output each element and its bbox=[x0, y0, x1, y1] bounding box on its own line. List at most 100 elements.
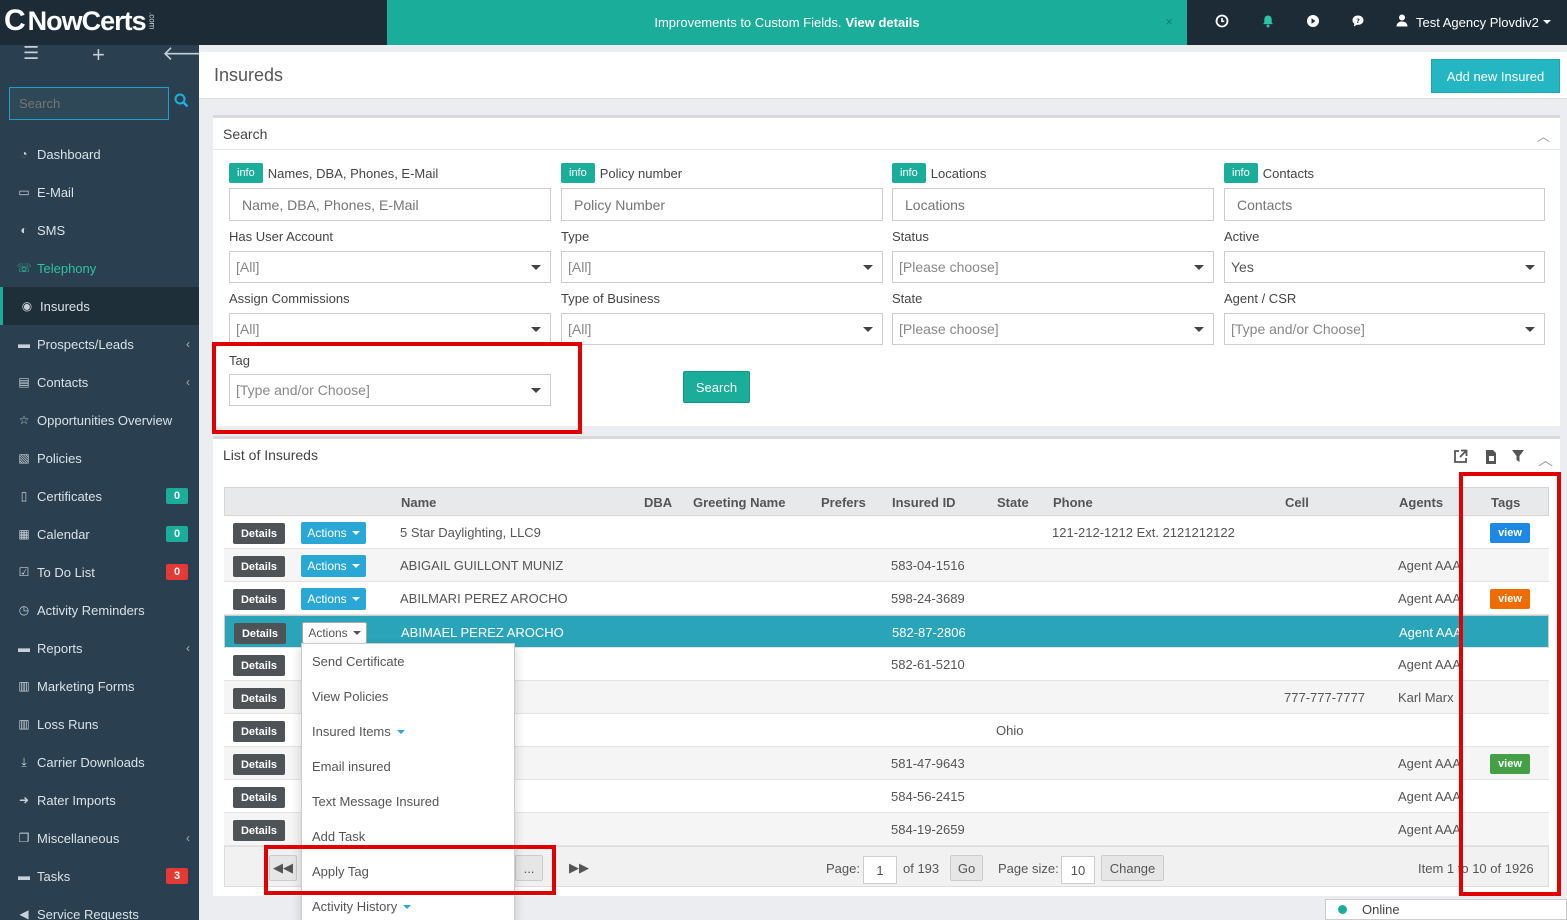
online-status[interactable]: Online bbox=[1325, 899, 1567, 920]
names-input[interactable] bbox=[229, 188, 551, 221]
details-button[interactable]: Details bbox=[233, 589, 285, 610]
sidebar-item-loss-runs[interactable]: ▥ Loss Runs bbox=[0, 705, 199, 743]
sidebar-item-to-do-list[interactable]: ☑ To Do List 0 bbox=[0, 553, 199, 591]
sidebar-item-activity-reminders[interactable]: ◷ Activity Reminders bbox=[0, 591, 199, 629]
last-page-icon[interactable]: ▶▶ bbox=[565, 855, 593, 881]
type-select[interactable]: [All] bbox=[561, 251, 883, 283]
menu-item-insured-items[interactable]: Insured Items bbox=[302, 714, 514, 749]
sidebar-item-policies[interactable]: ▧ Policies bbox=[0, 439, 199, 477]
search-button[interactable]: Search bbox=[683, 371, 750, 403]
menu-item-view-policies[interactable]: View Policies bbox=[302, 679, 514, 714]
details-button[interactable]: Details bbox=[233, 523, 285, 544]
filter-icon[interactable] bbox=[1511, 449, 1525, 467]
status-select[interactable]: [Please choose] bbox=[892, 251, 1214, 283]
details-button[interactable]: Details bbox=[233, 787, 285, 808]
menu-item-apply-tag[interactable]: Apply Tag bbox=[302, 854, 514, 889]
details-button[interactable]: Details bbox=[233, 688, 285, 709]
change-button[interactable]: Change bbox=[1101, 855, 1164, 881]
has-user-account-select[interactable]: [All] bbox=[229, 251, 551, 283]
sidebar-item-calendar[interactable]: ▦ Calendar 0 bbox=[0, 515, 199, 553]
view-tags-button[interactable]: view bbox=[1490, 589, 1530, 609]
details-button[interactable]: Details bbox=[233, 556, 285, 577]
column-tags[interactable]: Tags bbox=[1491, 495, 1520, 510]
menu-item-send-certificate[interactable]: Send Certificate bbox=[302, 644, 514, 679]
sidebar-item-e-mail[interactable]: ▭ E-Mail bbox=[0, 173, 199, 211]
sidebar-item-dashboard[interactable]: ◔ Dashboard bbox=[0, 135, 199, 173]
sidebar-search-input[interactable] bbox=[9, 87, 169, 120]
table-row[interactable]: Details Actions ABIGAIL GUILLONT MUNIZ 583-… bbox=[224, 549, 1549, 582]
menu-item-text-message-insured[interactable]: Text Message Insured bbox=[302, 784, 514, 819]
sidebar-item-reports[interactable]: ▬ Reports ‹ bbox=[0, 629, 199, 667]
column-state[interactable]: State bbox=[997, 495, 1029, 510]
column-agents[interactable]: Agents bbox=[1399, 495, 1443, 510]
actions-button[interactable]: Actions bbox=[302, 622, 367, 644]
play-icon[interactable] bbox=[1305, 13, 1321, 29]
menu-item-activity-history[interactable]: Activity History bbox=[302, 889, 514, 920]
user-menu[interactable]: Test Agency Plovdiv2 bbox=[1396, 14, 1551, 30]
column-phone[interactable]: Phone bbox=[1053, 495, 1093, 510]
banner-close-icon[interactable]: × bbox=[1165, 14, 1173, 29]
policy-number-input[interactable] bbox=[561, 188, 883, 221]
sidebar-item-service-requests[interactable]: ◀ Service Requests bbox=[0, 895, 199, 920]
details-button[interactable]: Details bbox=[234, 623, 286, 644]
tag-select[interactable]: [Type and/or Choose] bbox=[229, 374, 551, 406]
details-button[interactable]: Details bbox=[233, 820, 285, 841]
column-greeting-name[interactable]: Greeting Name bbox=[693, 495, 785, 510]
more-pages-button[interactable]: ... bbox=[515, 855, 543, 881]
sidebar-item-contacts[interactable]: ▤ Contacts ‹ bbox=[0, 363, 199, 401]
help-chat-icon[interactable]: ? bbox=[1350, 13, 1366, 29]
hamburger-menu-icon[interactable]: ☰ bbox=[23, 43, 39, 64]
column-name[interactable]: Name bbox=[401, 495, 436, 510]
menu-item-email-insured[interactable]: Email insured bbox=[302, 749, 514, 784]
column-prefers[interactable]: Prefers bbox=[821, 495, 866, 510]
details-button[interactable]: Details bbox=[233, 754, 285, 775]
state-select[interactable]: [Please choose] bbox=[892, 313, 1214, 345]
sidebar-item-marketing-forms[interactable]: ▥ Marketing Forms bbox=[0, 667, 199, 705]
banner-view-details-link[interactable]: View details bbox=[845, 15, 919, 30]
sidebar-item-opportunities-overview[interactable]: ☆ Opportunities Overview bbox=[0, 401, 199, 439]
add-new-insured-button[interactable]: Add new Insured bbox=[1431, 59, 1560, 93]
first-page-icon[interactable]: ◀◀ bbox=[269, 855, 297, 881]
actions-button[interactable]: Actions bbox=[301, 555, 366, 577]
assign-commissions-select[interactable]: [All] bbox=[229, 313, 551, 345]
menu-item-add-task[interactable]: Add Task bbox=[302, 819, 514, 854]
sidebar-item-sms[interactable]: ◐ SMS bbox=[0, 211, 199, 249]
info-badge[interactable]: info bbox=[892, 163, 926, 183]
info-badge[interactable]: info bbox=[229, 163, 263, 183]
agent-csr-select[interactable]: [Type and/or Choose] bbox=[1224, 313, 1545, 345]
sidebar-item-carrier-downloads[interactable]: ⤓ Carrier Downloads bbox=[0, 743, 199, 781]
sidebar-item-tasks[interactable]: ▬ Tasks 3 bbox=[0, 857, 199, 895]
clock-icon[interactable] bbox=[1214, 13, 1230, 29]
locations-input[interactable] bbox=[892, 188, 1214, 221]
column-insured-id[interactable]: Insured ID bbox=[892, 495, 956, 510]
details-button[interactable]: Details bbox=[233, 721, 285, 742]
page-number-input[interactable]: 1 bbox=[863, 856, 897, 884]
view-tags-button[interactable]: view bbox=[1490, 523, 1530, 543]
external-link-icon[interactable] bbox=[1453, 449, 1468, 468]
sidebar-item-telephony[interactable]: ☏ Telephony bbox=[0, 249, 199, 287]
table-row[interactable]: Details Actions 5 Star Daylighting, LLC9 12… bbox=[224, 516, 1549, 549]
type-of-business-select[interactable]: [All] bbox=[561, 313, 883, 345]
column-cell[interactable]: Cell bbox=[1285, 495, 1309, 510]
export-icon[interactable] bbox=[1483, 449, 1499, 469]
page-size-input[interactable]: 10 bbox=[1061, 856, 1095, 884]
view-tags-button[interactable]: view bbox=[1490, 754, 1530, 774]
insured-name[interactable]: ABIMAEL PEREZ AROCHO bbox=[401, 625, 564, 640]
sidebar-item-miscellaneous[interactable]: ❐ Miscellaneous ‹ bbox=[0, 819, 199, 857]
chevron-up-icon[interactable]: ︿ bbox=[1537, 126, 1550, 145]
column-dba[interactable]: DBA bbox=[644, 495, 672, 510]
sidebar-item-certificates[interactable]: ▯ Certificates 0 bbox=[0, 477, 199, 515]
insured-name[interactable]: ABILMARI PEREZ AROCHO bbox=[400, 591, 568, 606]
go-button[interactable]: Go bbox=[950, 855, 983, 881]
sidebar-item-rater-imports[interactable]: ➜ Rater Imports bbox=[0, 781, 199, 819]
info-badge[interactable]: info bbox=[1224, 163, 1258, 183]
chevron-up-icon[interactable]: ︿ bbox=[1538, 449, 1553, 470]
contacts-input[interactable] bbox=[1224, 188, 1545, 221]
actions-button[interactable]: Actions bbox=[301, 588, 366, 610]
details-button[interactable]: Details bbox=[233, 655, 285, 676]
plus-icon[interactable]: + bbox=[92, 42, 105, 68]
insured-name[interactable]: ABIGAIL GUILLONT MUNIZ bbox=[400, 558, 563, 573]
info-badge[interactable]: info bbox=[561, 163, 595, 183]
logo[interactable]: C NowCerts .com bbox=[4, 3, 157, 39]
bell-icon[interactable] bbox=[1260, 13, 1276, 29]
